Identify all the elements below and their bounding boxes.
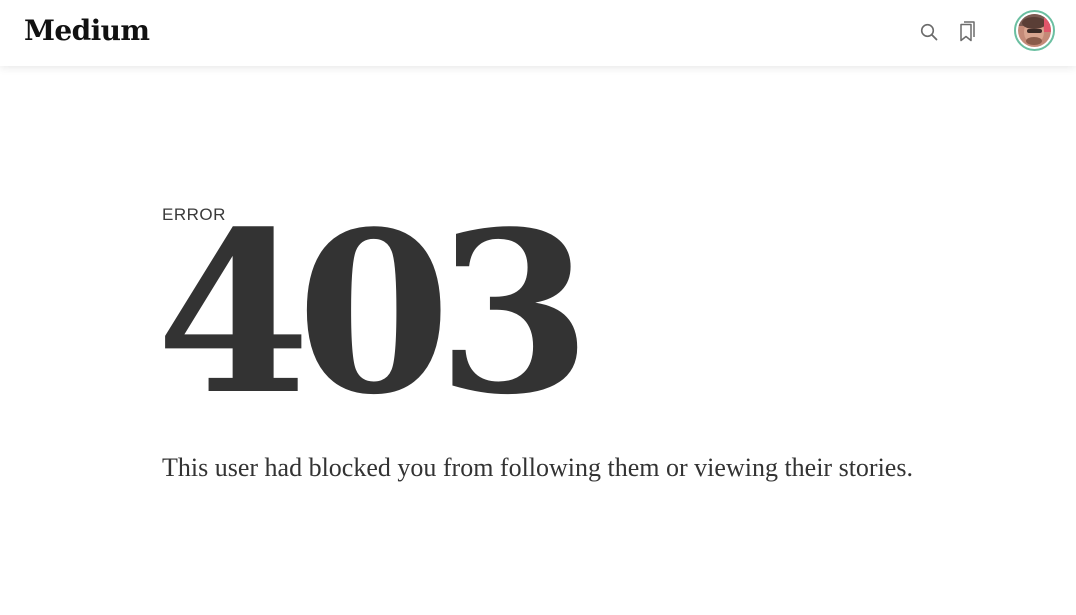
bookmarks-button[interactable] <box>955 19 981 45</box>
user-avatar[interactable] <box>1014 10 1055 51</box>
bookmarks-icon <box>960 21 975 42</box>
error-message: This user had blocked you from following… <box>162 453 913 482</box>
medium-logo[interactable]: Medium <box>24 14 150 48</box>
search-button[interactable] <box>916 19 942 45</box>
avatar-image <box>1018 14 1051 47</box>
top-navigation-bar: Medium <box>0 0 1076 66</box>
error-code: 403 <box>156 184 591 444</box>
search-icon <box>920 23 938 41</box>
